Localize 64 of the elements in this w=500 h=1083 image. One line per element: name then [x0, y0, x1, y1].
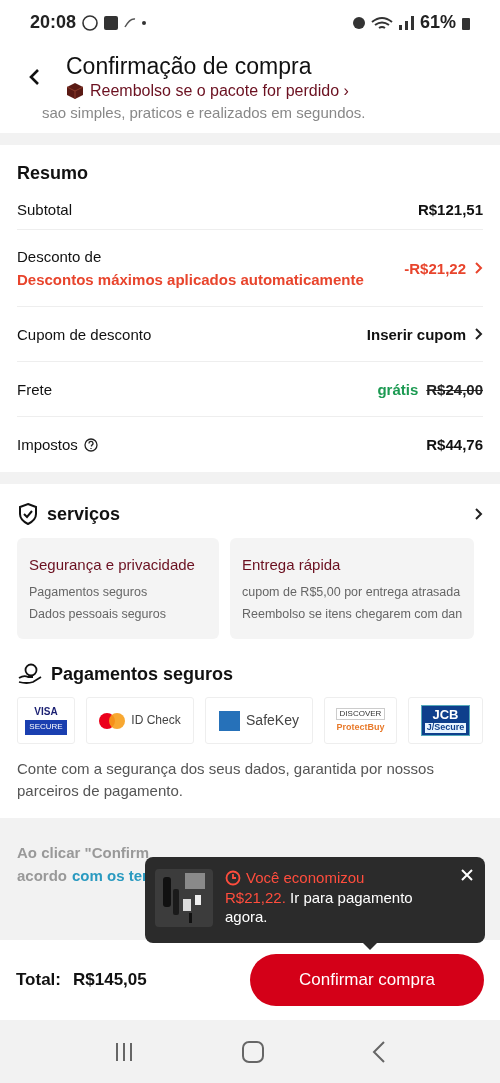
service-title: Segurança e privacidade: [29, 556, 196, 573]
chevron-right-icon: [474, 261, 483, 275]
battery-icon: [462, 15, 470, 30]
discount-note: Descontos máximos aplicados automaticamente: [17, 271, 365, 288]
service-feature: Pagamentos seguros: [29, 585, 149, 599]
savings-popup[interactable]: Você economizou R$21,22. Ir para pagamento agora.: [145, 857, 485, 943]
popup-message: R$21,22. Ir para pagamento agora.: [225, 888, 414, 926]
dot-icon: [142, 20, 147, 25]
service-card[interactable]: Entrega rápida cupom de R$5,00 por entrega atrasada Reembolso se itens chegarem com dan: [230, 538, 475, 639]
free-shipping-text: grátis: [377, 380, 419, 398]
service-feature: Dados pessoais seguros: [29, 607, 167, 621]
service-feature: Reembolso se itens chegarem com dan: [242, 607, 463, 621]
mastercard-icon: [99, 712, 126, 729]
badge-text: DISCOVER: [335, 707, 386, 721]
shield-check-icon: [17, 502, 39, 526]
chevron-right-icon: [474, 327, 483, 341]
row-label: Desconto de: [17, 248, 103, 265]
back-icon[interactable]: [28, 67, 40, 86]
package-icon: [66, 82, 84, 100]
row-value: R$121,51: [417, 201, 483, 218]
section-title: Resumo: [17, 162, 89, 185]
refund-link[interactable]: Reembolso se o pacote for perdido ›: [90, 82, 349, 100]
scrolled-text: sao simples, praticos e realizados em segundos.: [0, 100, 500, 133]
confirm-purchase-button[interactable]: Confirmar compra: [250, 954, 484, 1006]
row-value: -R$21,22: [404, 259, 466, 277]
row-label: Subtotal: [17, 201, 74, 218]
section-title: serviços: [47, 503, 122, 525]
page-title: Confirmação de compra: [66, 53, 313, 80]
hand-coin-icon: [17, 663, 43, 685]
total-label: Total:: [16, 970, 61, 990]
wifi-icon: [370, 15, 393, 30]
row-value: Inserir cupom: [366, 325, 466, 343]
close-icon: [461, 869, 473, 881]
help-icon[interactable]: [83, 437, 98, 452]
service-title: Entrega rápida: [242, 556, 342, 573]
row-label: Cupom de desconto: [17, 325, 153, 343]
home-icon[interactable]: [242, 1040, 264, 1063]
badge-text: VISA: [34, 706, 58, 718]
clock: 20:08: [30, 12, 77, 33]
battery-percentage: 61%: [419, 12, 456, 33]
badge-text: SECURE: [25, 720, 67, 735]
service-card[interactable]: Segurança e privacidade Pagamentos seguros Dados pessoais seguros: [17, 538, 219, 639]
consent-text: acordo: [17, 867, 67, 884]
signal-icon: [398, 15, 414, 30]
row-label: Impostos: [17, 436, 78, 453]
popup-title: Você economizou: [246, 869, 365, 886]
popup-pointer: [363, 943, 377, 950]
section-title: Pagamentos seguros: [51, 663, 234, 685]
old-price: R$24,00: [426, 380, 483, 398]
chevron-right-icon: [474, 507, 483, 521]
recent-apps-icon[interactable]: [114, 1041, 134, 1062]
row-value: R$44,76: [426, 436, 483, 453]
badge-text: ID Check: [131, 713, 181, 728]
clock-icon: [225, 869, 241, 886]
row-label: Frete: [17, 380, 53, 398]
signal-arc-icon: [124, 17, 137, 28]
service-feature: cupom de R$5,00 por entrega atrasada: [242, 585, 462, 599]
badge-text: JCB: [432, 708, 459, 723]
badge-text: ProtectBuy: [336, 723, 385, 734]
image-icon: [104, 15, 119, 30]
security-note: Conte com a segurança dos seus dados, garantida por nossos parceiros de pagamento.: [17, 759, 435, 801]
badge-text: J/Secure: [424, 722, 467, 733]
badge-text: SafeKey: [246, 712, 299, 729]
total-amount: R$145,05: [73, 970, 147, 990]
